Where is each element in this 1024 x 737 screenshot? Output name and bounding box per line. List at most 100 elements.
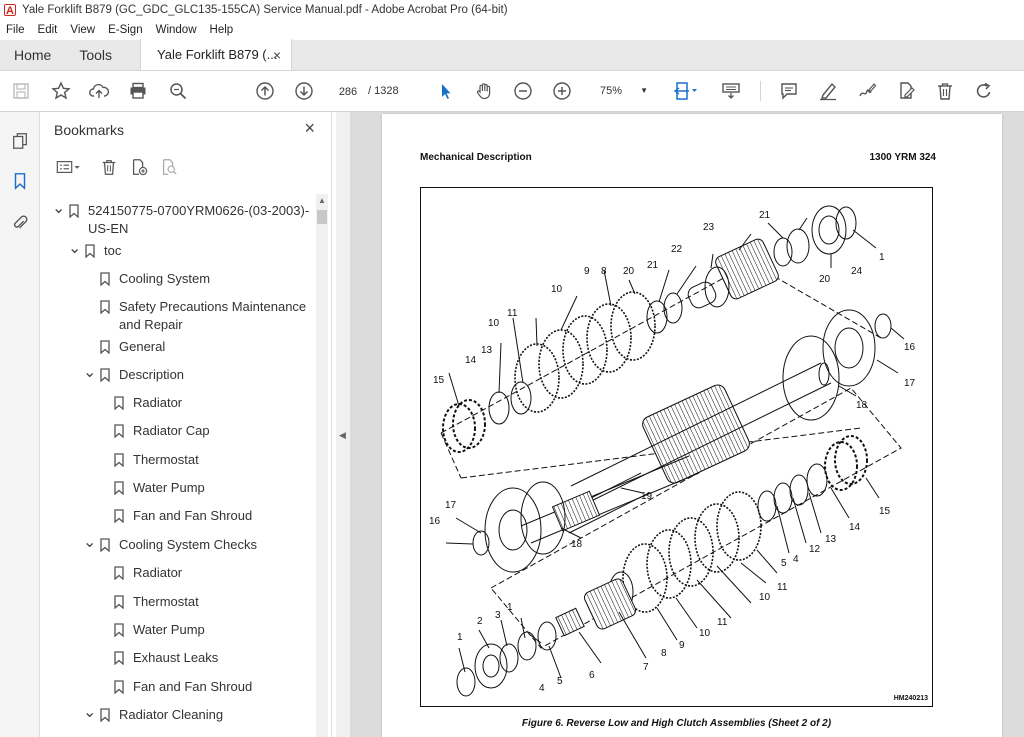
save-icon[interactable] [10, 80, 32, 102]
bookmark-label: Fan and Fan Shroud [133, 508, 253, 523]
menu-help[interactable]: Help [210, 24, 234, 36]
svg-text:6: 6 [589, 670, 595, 681]
close-icon[interactable]: × [304, 118, 315, 139]
tab-tools[interactable]: Tools [65, 39, 126, 70]
bookmark-label: Water Pump [133, 622, 205, 637]
bookmark-label: Thermostat [133, 452, 199, 467]
bookmark-label: Radiator [133, 565, 183, 580]
keyboard-icon[interactable] [720, 80, 742, 102]
bookmark-options-icon[interactable] [52, 156, 86, 178]
zoom-level-select[interactable]: 75% ▼ [588, 80, 652, 102]
next-page-icon[interactable] [293, 80, 315, 102]
bookmark-label: General [119, 339, 166, 354]
scroll-up-icon[interactable]: ▲ [318, 196, 326, 205]
svg-text:16: 16 [904, 342, 916, 353]
bookmark-icon [100, 340, 110, 354]
bookmark-label: Description [119, 367, 185, 382]
page-thumbnails-icon[interactable] [9, 130, 31, 152]
print-icon[interactable] [127, 80, 149, 102]
sign-icon[interactable] [856, 80, 878, 102]
svg-text:21: 21 [759, 210, 771, 221]
acrobat-icon: A [4, 4, 16, 17]
chevron-down-icon[interactable]: ⌄ [52, 200, 65, 217]
menu-edit[interactable]: Edit [38, 24, 58, 36]
highlight-pen-icon[interactable] [817, 80, 839, 102]
previous-page-icon[interactable] [254, 80, 276, 102]
zoom-in-icon[interactable] [551, 80, 573, 102]
bookmark-label: Thermostat [133, 594, 199, 609]
bookmarks-panel-icon[interactable] [9, 170, 31, 192]
bookmark-icon [100, 538, 110, 552]
cloud-upload-icon[interactable] [88, 80, 110, 102]
page-header-right: 1300 YRM 324 [869, 152, 936, 163]
title-bar: A Yale Forklift B879 (GC_GDC_GLC135-155C… [0, 0, 1024, 20]
svg-text:8: 8 [601, 266, 607, 277]
bookmark-label: Exhaust Leaks [133, 650, 219, 665]
bookmark-label-continued: US-EN [88, 221, 129, 236]
bookmark-icon [114, 680, 124, 694]
svg-text:18: 18 [856, 400, 868, 411]
tab-bar: Home Tools Yale Forklift B879 (... × [0, 39, 1024, 71]
bookmark-icon [100, 368, 110, 382]
menu-bar: File Edit View E-Sign Window Help [0, 20, 1024, 40]
rotate-icon[interactable] [973, 80, 995, 102]
bookmark-label: 524150775-0700YRM0626-(03-2003)- [88, 203, 310, 218]
svg-text:15: 15 [433, 375, 445, 386]
tab-document[interactable]: Yale Forklift B879 (... × [140, 39, 293, 70]
svg-text:13: 13 [825, 534, 837, 545]
svg-text:17: 17 [445, 500, 457, 511]
bookmark-star-icon[interactable] [50, 80, 72, 102]
chevron-down-icon[interactable]: ⌄ [68, 240, 81, 257]
page-fit-icon[interactable] [672, 80, 700, 102]
svg-text:11: 11 [507, 308, 518, 319]
scrollbar-thumb[interactable] [317, 210, 327, 224]
panel-collapse-handle[interactable]: ◀ [336, 112, 350, 737]
search-icon[interactable] [167, 80, 189, 102]
menu-file[interactable]: File [6, 24, 25, 36]
chevron-down-icon[interactable]: ⌄ [83, 364, 96, 381]
window-title: Yale Forklift B879 (GC_GDC_GLC135-155CA)… [22, 4, 508, 16]
attachments-icon[interactable] [9, 212, 31, 234]
svg-text:1: 1 [879, 252, 885, 263]
zoom-level-value: 75% [600, 85, 623, 97]
bookmark-icon [100, 708, 110, 722]
svg-text:11: 11 [777, 582, 788, 593]
new-bookmark-icon[interactable] [128, 156, 150, 178]
menu-esign[interactable]: E-Sign [108, 24, 143, 36]
delete-icon[interactable] [934, 80, 956, 102]
select-pointer-icon[interactable] [435, 80, 457, 102]
comment-icon[interactable] [778, 80, 800, 102]
chevron-down-icon[interactable]: ⌄ [83, 534, 96, 551]
bookmark-icon [114, 651, 124, 665]
svg-text:7: 7 [643, 662, 649, 673]
bookmark-label: toc [104, 243, 122, 258]
chevron-down-icon[interactable]: ⌄ [83, 704, 96, 721]
menu-window[interactable]: Window [156, 24, 197, 36]
svg-text:8: 8 [661, 648, 667, 659]
hand-tool-icon[interactable] [473, 80, 495, 102]
edit-pdf-icon[interactable] [895, 80, 917, 102]
bookmark-label: Cooling System [119, 271, 211, 286]
exploded-diagram-figure: 1 24 20 21 23 22 21 20 8 9 10 11 10 13 1… [420, 187, 933, 707]
bookmarks-scrollbar[interactable]: ▲ [316, 194, 328, 737]
page-number-input[interactable]: 286 [333, 80, 363, 102]
svg-text:19: 19 [641, 491, 653, 502]
tab-close-icon[interactable]: × [273, 47, 281, 63]
svg-text:12: 12 [809, 544, 821, 555]
svg-text:3: 3 [495, 610, 501, 621]
tab-home[interactable]: Home [0, 39, 65, 70]
pdf-page: Mechanical Description 1300 YRM 324 1 24… [382, 114, 1002, 737]
delete-bookmark-icon[interactable] [98, 156, 120, 178]
svg-text:21: 21 [647, 260, 659, 271]
bookmark-icon [100, 300, 110, 314]
zoom-out-icon[interactable] [512, 80, 534, 102]
bookmark-icon [114, 595, 124, 609]
page-total: / 1328 [368, 85, 399, 97]
menu-view[interactable]: View [70, 24, 95, 36]
bookmark-label: Fan and Fan Shroud [133, 679, 253, 694]
find-bookmark-icon[interactable] [158, 156, 180, 178]
document-view[interactable]: Mechanical Description 1300 YRM 324 1 24… [350, 112, 1024, 737]
tab-document-label: Yale Forklift B879 (... [157, 47, 278, 62]
svg-text:20: 20 [819, 274, 831, 285]
bookmarks-toolbar [52, 154, 322, 182]
